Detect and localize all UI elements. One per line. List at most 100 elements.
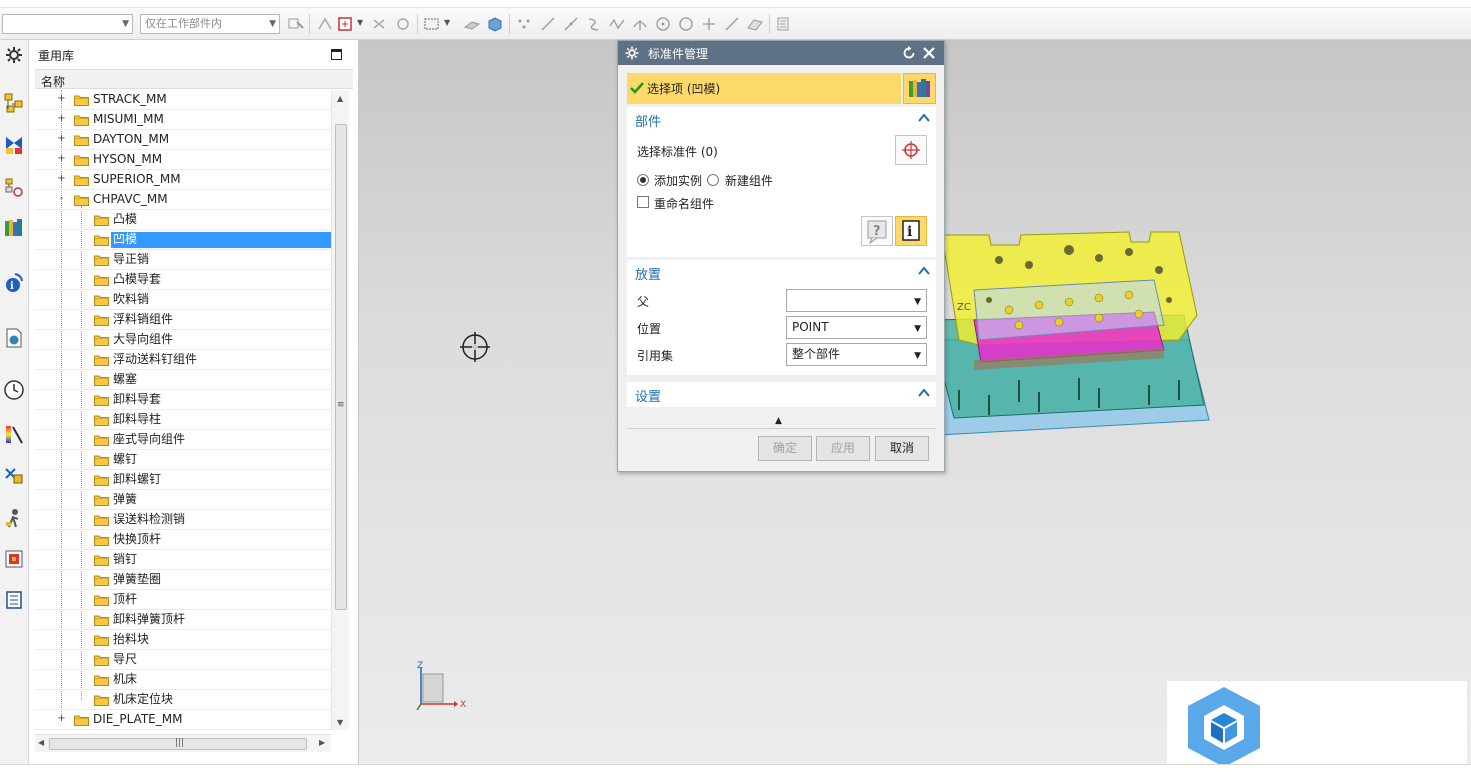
process-studio-icon[interactable] [3, 423, 25, 445]
selection-mode-icon[interactable] [337, 16, 355, 32]
tree-item-row[interactable]: 导正销 [35, 250, 331, 270]
tree-item-row[interactable]: 销钉 [35, 550, 331, 570]
point-on-curve-icon[interactable] [723, 16, 741, 32]
part-navigator-icon[interactable] [3, 177, 25, 199]
tree-item-row[interactable]: 座式导向组件 [35, 430, 331, 450]
assembly-navigator-icon[interactable] [3, 92, 25, 114]
constraint-navigator-icon[interactable] [3, 134, 25, 156]
show-body-icon[interactable] [486, 16, 504, 32]
tree-item-row[interactable]: 吹料销 [35, 290, 331, 310]
cancel-button[interactable]: 取消 [875, 436, 929, 461]
palette-icon[interactable] [3, 548, 25, 570]
existing-point-icon[interactable] [700, 16, 718, 32]
mid-point-icon[interactable] [562, 16, 580, 32]
expand-icon[interactable]: + [57, 134, 66, 144]
library-browse-button[interactable] [903, 73, 936, 104]
scroll-up-icon[interactable]: ▲ [337, 94, 343, 103]
rename-component-checkbox[interactable] [637, 196, 649, 208]
add-instance-radio[interactable] [637, 174, 649, 186]
tree-item-row[interactable]: 弹簧 [35, 490, 331, 510]
settings-group-header[interactable]: 设置 [627, 382, 936, 406]
tree-item-row[interactable]: 凹模 [35, 230, 331, 250]
name-column-header[interactable]: 名称 [35, 69, 353, 89]
history-clock-icon[interactable] [3, 379, 25, 401]
show-more-caret-icon[interactable]: ▲ [775, 416, 782, 426]
gear-icon[interactable] [3, 44, 25, 66]
reuse-library-icon[interactable] [3, 217, 25, 239]
tree-item-row[interactable]: 弹簧垫圈 [35, 570, 331, 590]
tree-item-row[interactable]: 卸料导柱 [35, 410, 331, 430]
scope-combo[interactable]: 仅在工作部件内 ▼ [140, 14, 280, 34]
circle-center-icon[interactable] [654, 16, 672, 32]
tree-item-row[interactable]: 浮动送料钉组件 [35, 350, 331, 370]
tree-item-row[interactable]: 卸料导套 [35, 390, 331, 410]
reset-icon[interactable] [902, 46, 916, 60]
arc-center-icon[interactable] [631, 16, 649, 32]
scroll-thumb[interactable] [335, 124, 347, 610]
tree-item-row[interactable]: 凸模 [35, 210, 331, 230]
quadrant-icon[interactable] [677, 16, 695, 32]
horizontal-scrollbar[interactable]: ◀ ||| ▶ [35, 734, 331, 752]
filter-combo[interactable]: ▼ [2, 14, 133, 34]
tree-item-row[interactable]: 螺塞 [35, 370, 331, 390]
tree-folder-row[interactable]: + DIE_PLATE_MM [35, 710, 331, 730]
tree-item-row[interactable]: 卸料螺钉 [35, 470, 331, 490]
apply-button[interactable]: 应用 [816, 436, 870, 461]
tree-item-row[interactable]: 导尺 [35, 650, 331, 670]
selection-item-bar[interactable]: 选择项 (凹模) [627, 73, 901, 104]
tree-item-row[interactable]: 抬料块 [35, 630, 331, 650]
parent-select[interactable]: ▼ [786, 289, 927, 312]
info-button[interactable]: i [895, 216, 927, 246]
tree-item-row[interactable]: 机床定位块 [35, 690, 331, 710]
gear-icon[interactable] [625, 46, 639, 60]
part-group-header[interactable]: 部件 [627, 107, 936, 131]
hd3d-tools-icon[interactable]: i [3, 272, 25, 294]
intersection-icon[interactable] [608, 16, 626, 32]
new-component-radio[interactable] [707, 174, 719, 186]
tree-folder-row[interactable]: - CHPAVC_MM [35, 190, 331, 210]
collapse-caret-icon[interactable] [918, 266, 930, 276]
hide-body-icon[interactable] [463, 16, 481, 32]
select-object-button[interactable] [895, 135, 927, 165]
help-button[interactable]: ? [861, 216, 893, 246]
collapse-caret-icon[interactable] [918, 113, 930, 123]
tree-item-row[interactable]: 误送料检测销 [35, 510, 331, 530]
expand-icon[interactable]: + [57, 174, 66, 184]
close-icon[interactable] [922, 46, 936, 60]
expand-icon[interactable]: + [57, 714, 66, 724]
vertical-scrollbar[interactable]: ▲ ≡ ▼ [331, 90, 349, 730]
scroll-right-icon[interactable]: ▶ [319, 738, 325, 747]
snap-points-icon[interactable] [515, 16, 533, 32]
tree-item-row[interactable]: 顶杆 [35, 590, 331, 610]
position-select[interactable]: POINT ▼ [786, 316, 927, 339]
tree-item-row[interactable]: 卸料弹簧顶杆 [35, 610, 331, 630]
end-point-icon[interactable] [539, 16, 557, 32]
dialog-title-bar[interactable]: 标准件管理 [618, 41, 944, 65]
tree-item-row[interactable]: 凸模导套 [35, 270, 331, 290]
chevron-down-icon[interactable]: ▼ [444, 18, 462, 34]
tree-item-row[interactable]: 螺钉 [35, 450, 331, 470]
tree-folder-row[interactable]: + STRACK_MM [35, 90, 331, 110]
control-point-icon[interactable] [585, 16, 603, 32]
deselect-icon[interactable] [394, 16, 412, 32]
view-icon[interactable] [775, 16, 793, 32]
tree-item-row[interactable]: 快换顶杆 [35, 530, 331, 550]
point-on-face-icon[interactable] [746, 16, 764, 32]
placement-group-header[interactable]: 放置 [627, 260, 936, 284]
snap-point-icon[interactable] [316, 16, 334, 32]
tree-folder-row[interactable]: + DAYTON_MM [35, 130, 331, 150]
tree-item-row[interactable]: 大导向组件 [35, 330, 331, 350]
select-filter-icon[interactable] [287, 16, 305, 32]
rectangle-select-icon[interactable] [423, 16, 441, 32]
tree-item-row[interactable]: 浮料销组件 [35, 310, 331, 330]
expand-icon[interactable]: + [57, 154, 66, 164]
human-roles-icon[interactable] [3, 507, 25, 529]
tree-folder-row[interactable]: + HYSON_MM [35, 150, 331, 170]
expand-icon[interactable]: + [57, 94, 66, 104]
scroll-down-icon[interactable]: ▼ [337, 718, 343, 727]
expand-icon[interactable]: + [57, 114, 66, 124]
tree-item-row[interactable]: 机床 [35, 670, 331, 690]
maximize-icon[interactable] [331, 49, 342, 60]
collapse-icon[interactable]: - [57, 194, 66, 204]
tree-folder-row[interactable]: + SUPERIOR_MM [35, 170, 331, 190]
